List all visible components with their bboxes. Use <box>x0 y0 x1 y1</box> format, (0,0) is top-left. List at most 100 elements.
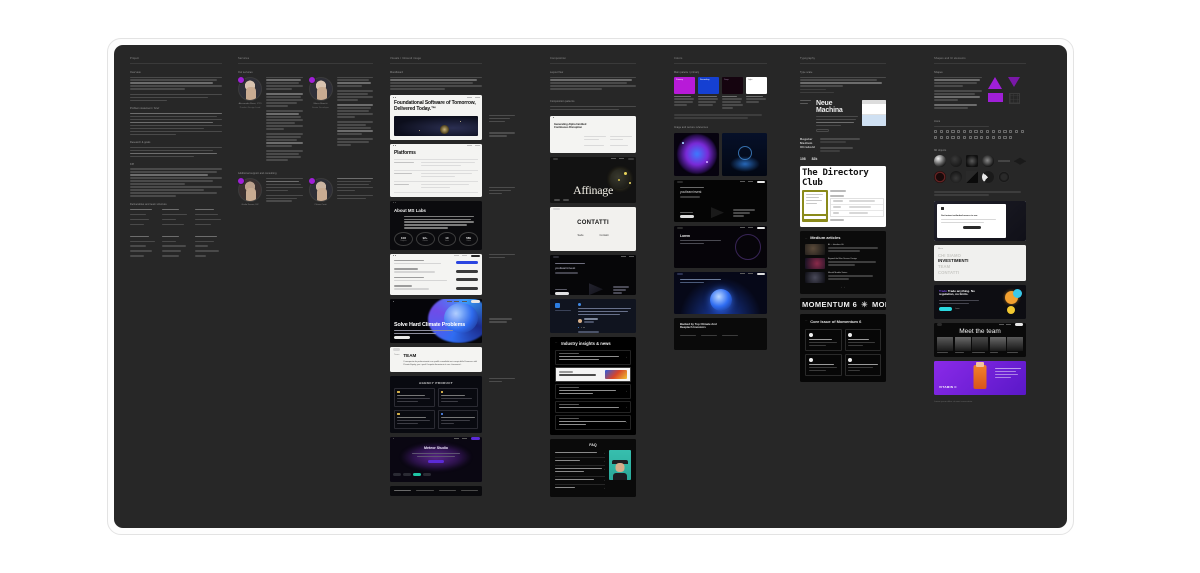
card-platforms[interactable]: Platforms <box>390 143 482 197</box>
icon-cell-15[interactable] <box>1014 130 1019 134</box>
card-foundational-software[interactable]: Foundational Software of Tomorrow, Deliv… <box>390 95 482 140</box>
person-name: Marco Bianchi <box>313 102 328 105</box>
card-medium-articles[interactable]: — Medium articles AI — Interface Kit Bey… <box>800 231 886 295</box>
kpi-row: 108 Projects 92+ Clients 10 Years 58k Us… <box>394 231 478 246</box>
icon-cell-4[interactable] <box>951 130 955 134</box>
icon-cell-10[interactable] <box>986 130 990 134</box>
card-link[interactable]: Contatti <box>600 234 609 237</box>
card-about-ms-labs[interactable]: About MS Labs 108 Projects 92+ Clients 1… <box>390 200 482 250</box>
menu-item[interactable]: CONTATTI <box>938 270 1022 276</box>
icon-cell-16[interactable] <box>1020 130 1024 134</box>
card-gradient-hero[interactable]: Lorem <box>674 225 767 268</box>
swatch-magenta[interactable]: Primary <box>674 76 695 111</box>
section-research: Research & goals <box>130 141 222 157</box>
person-card[interactable]: Marco Bianchi Senior Developer <box>307 75 373 169</box>
article-title: AI — Interface Kit <box>828 244 844 247</box>
icon-cell-2[interactable] <box>939 130 943 134</box>
card-product-hero[interactable]: youtlearninvest <box>550 254 636 295</box>
icon-cell-22[interactable] <box>962 136 967 140</box>
card-agency[interactable]: AGENCY PRODUCT <box>390 375 482 433</box>
icon-cell-3[interactable] <box>945 130 949 134</box>
card-headline: VITAMIN C <box>939 384 957 389</box>
image-datasphere[interactable] <box>722 132 767 176</box>
swatch-label: Primary <box>676 78 683 81</box>
card-team[interactable]: Team TEAM Il composto da professionisti … <box>390 347 482 372</box>
icon-cell-6[interactable] <box>962 130 967 134</box>
card-affinage[interactable]: Affinage <box>550 156 636 203</box>
person-card[interactable]: Chiara Conti <box>307 176 373 212</box>
card-investimenti[interactable]: Menu CHI SIAMO INVESTIMENTI TEAM CONTATT… <box>934 244 1026 281</box>
icon-cell-26[interactable] <box>986 136 990 140</box>
section-label: Deliverables and team structure <box>130 202 167 206</box>
article-item[interactable]: Beyond the Blue Screen: Design <box>805 258 881 270</box>
card-climate[interactable]: Solve Hard Climate Problems <box>390 299 482 344</box>
icon-cell-30[interactable] <box>1009 136 1013 140</box>
article-item[interactable]: Mental Models Series <box>805 272 881 284</box>
column-title-project: Project <box>130 57 140 60</box>
person-card[interactable]: Alessandro Rossi, CTO Product Design Lea… <box>237 75 303 169</box>
icon-cell-19[interactable] <box>945 136 949 140</box>
card-meet-the-team[interactable]: Meet the team <box>934 322 1026 357</box>
icon-cell-8[interactable] <box>974 130 978 134</box>
card-backed-by[interactable]: Backed by Top Climate And Deeptech Inves… <box>674 317 767 350</box>
column-shapes: Shapes and UI elements Shapes Icons 3D o… <box>934 57 1026 403</box>
object-torus <box>934 155 946 168</box>
icon-cell-18[interactable] <box>939 136 943 140</box>
icon-cell-25[interactable] <box>980 136 984 140</box>
icon-cell-23[interactable] <box>968 136 972 140</box>
icon-cell-13[interactable] <box>1003 130 1007 134</box>
card-faq[interactable]: FAQ › › › › › <box>550 438 636 497</box>
card-blue-orb[interactable] <box>674 271 767 314</box>
card-studio[interactable]: Meteor Studio <box>390 436 482 482</box>
icon-cell-21[interactable] <box>957 136 961 140</box>
card-directory-club[interactable]: The Directory Club <box>800 166 886 228</box>
image-network[interactable] <box>674 132 719 176</box>
card-contatti[interactable]: CONTATTI Sede Contatti <box>550 206 636 251</box>
card-headline: Meteor Studio <box>424 445 448 450</box>
column-visuals: Visuals / Inbound image Moodboard Founda… <box>390 57 482 500</box>
card-core-issue[interactable]: — Core Issue of Momentum 6 <box>800 314 886 383</box>
card-footer-strip[interactable] <box>390 485 482 496</box>
card-vitamin-c[interactable]: VITAMIN C <box>934 360 1026 395</box>
card-trade-anything[interactable]: Trade Trade anything. No regulation, no … <box>934 284 1026 319</box>
icon-cell-9[interactable] <box>980 130 984 134</box>
card-headline: Get instant unlimited access to our <box>941 214 978 217</box>
column-title-services: Services <box>238 57 250 60</box>
type-size: 108 <box>800 157 806 162</box>
icon-cell-20[interactable] <box>951 136 955 140</box>
card-link[interactable]: Sede <box>577 234 583 237</box>
icon-cell-29[interactable] <box>1003 136 1007 140</box>
card-white-modal[interactable]: Get instant unlimited access to our <box>934 200 1026 241</box>
icon-cell-24[interactable] <box>974 136 978 140</box>
person-card[interactable]: Giulia Ferrari, UX <box>237 176 303 212</box>
icon-cell-17[interactable] <box>934 136 938 140</box>
section-label: Moodboard <box>390 71 403 74</box>
card-quote[interactable] <box>550 298 636 333</box>
card-headline: youtlearninvest <box>680 190 702 195</box>
icon-cell-11[interactable] <box>991 130 995 134</box>
card-headline: Foundational Software of Tomorrow, Deliv… <box>394 100 476 113</box>
shape-grid <box>988 76 1026 111</box>
swatch-white[interactable]: Light <box>746 76 767 111</box>
icon-cell-7[interactable] <box>968 130 972 134</box>
icon-cell-27[interactable] <box>991 136 995 140</box>
marquee-repeat: ✳ <box>861 299 868 309</box>
swatch-blue[interactable]: Secondary <box>698 76 719 111</box>
icon-cell-1[interactable] <box>934 130 938 134</box>
article-item[interactable]: AI — Interface Kit <box>805 244 881 256</box>
icon-cell-5[interactable] <box>957 130 961 134</box>
card-neue-machina[interactable]: Neue Machina <box>800 99 886 133</box>
card-headline: Medium articles <box>810 235 841 241</box>
card-concept[interactable]: Generating Alpha Inmitted Continuous Dis… <box>550 115 636 153</box>
icon-cell-14[interactable] <box>1009 130 1013 134</box>
icon-cell-28[interactable] <box>997 136 1001 140</box>
design-canvas[interactable]: Project Overview Problem statement / bri… <box>114 45 1067 528</box>
visuals-annotations <box>489 115 515 392</box>
card-fintech-hero[interactable]: youtlearninvest <box>674 179 767 222</box>
icon-cell-12[interactable] <box>997 130 1001 134</box>
card-momentum-marquee[interactable]: MOMENTUM 6 ✳ MOMENTUM 6 <box>800 298 886 311</box>
card-insights[interactable]: — Industry insights & news › › › › <box>550 336 636 435</box>
card-dashboard[interactable] <box>390 253 482 296</box>
swatch-deep-purple[interactable]: Deep <box>722 76 743 111</box>
square-shape <box>988 92 1003 102</box>
